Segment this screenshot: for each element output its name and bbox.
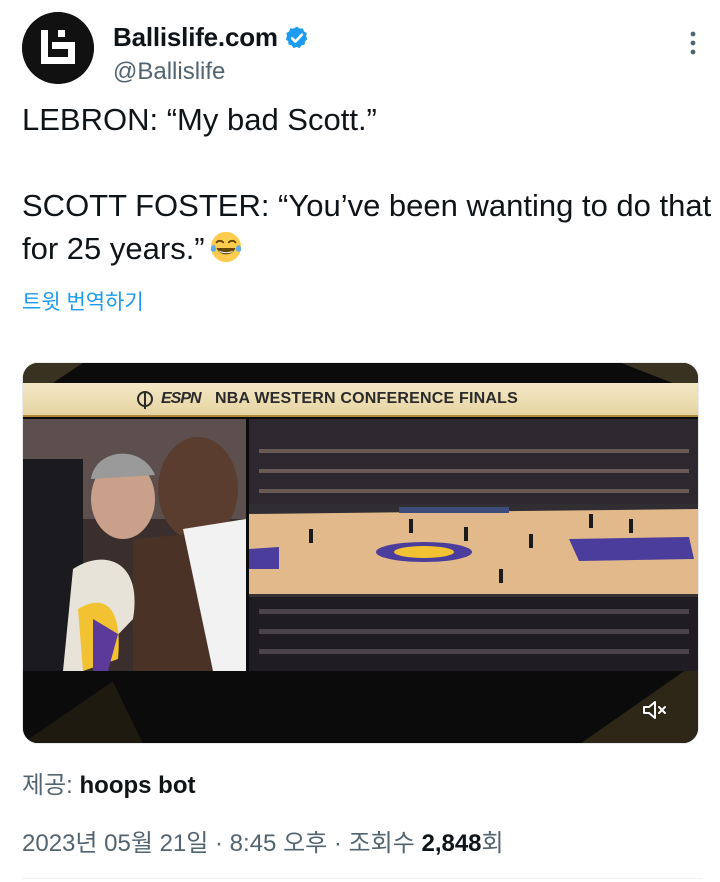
handle[interactable]: @Ballislife (113, 58, 225, 86)
player-closeup (23, 419, 246, 671)
face-with-tears-of-joy-emoji (210, 231, 241, 263)
court-scene (249, 419, 698, 671)
tweet-body: LEBRON: “My bad Scott.” SCOTT FOSTER: “Y… (22, 102, 712, 266)
display-name[interactable]: Ballislife.com (113, 22, 278, 53)
tweet-header: Ballislife.com @Ballislife (22, 12, 702, 86)
nba-trophy-icon (137, 391, 153, 409)
media-credit: 제공: hoops bot (22, 765, 195, 800)
court-wide-shot (249, 419, 698, 671)
espn-logo: ESPN (161, 390, 202, 407)
view-count-suffix: 회 (481, 830, 504, 857)
closeup-scene (23, 419, 246, 671)
broadcast-title: NBA WESTERN CONFERENCE FINALS (215, 390, 518, 407)
verified-badge-icon (285, 26, 308, 48)
tweet-text: LEBRON: “My bad Scott.” SCOTT FOSTER: “Y… (22, 98, 712, 270)
view-count: 2,848 (421, 830, 482, 857)
timestamp[interactable]: 2023년 05월 21일 · 8:45 오후 · 조회수 (22, 830, 421, 857)
credit-source-link[interactable]: hoops bot (80, 772, 196, 799)
broadcast-banner: ESPN NBA WESTERN CONFERENCE FINALS (23, 383, 698, 417)
video-player[interactable]: ESPN NBA WESTERN CONFERENCE FINALS (22, 362, 699, 744)
tweet-metadata: 2023년 05월 21일 · 8:45 오후 · 조회수 2,848회 (22, 823, 504, 858)
credit-label: 제공: (22, 772, 73, 799)
speaker-muted-icon[interactable] (642, 699, 668, 721)
avatar[interactable] (22, 12, 94, 84)
more-options-icon[interactable] (688, 28, 698, 58)
translate-tweet-link[interactable]: 트윗 번역하기 (22, 286, 144, 316)
ballislife-logo-icon (22, 12, 94, 84)
divider (22, 878, 702, 879)
